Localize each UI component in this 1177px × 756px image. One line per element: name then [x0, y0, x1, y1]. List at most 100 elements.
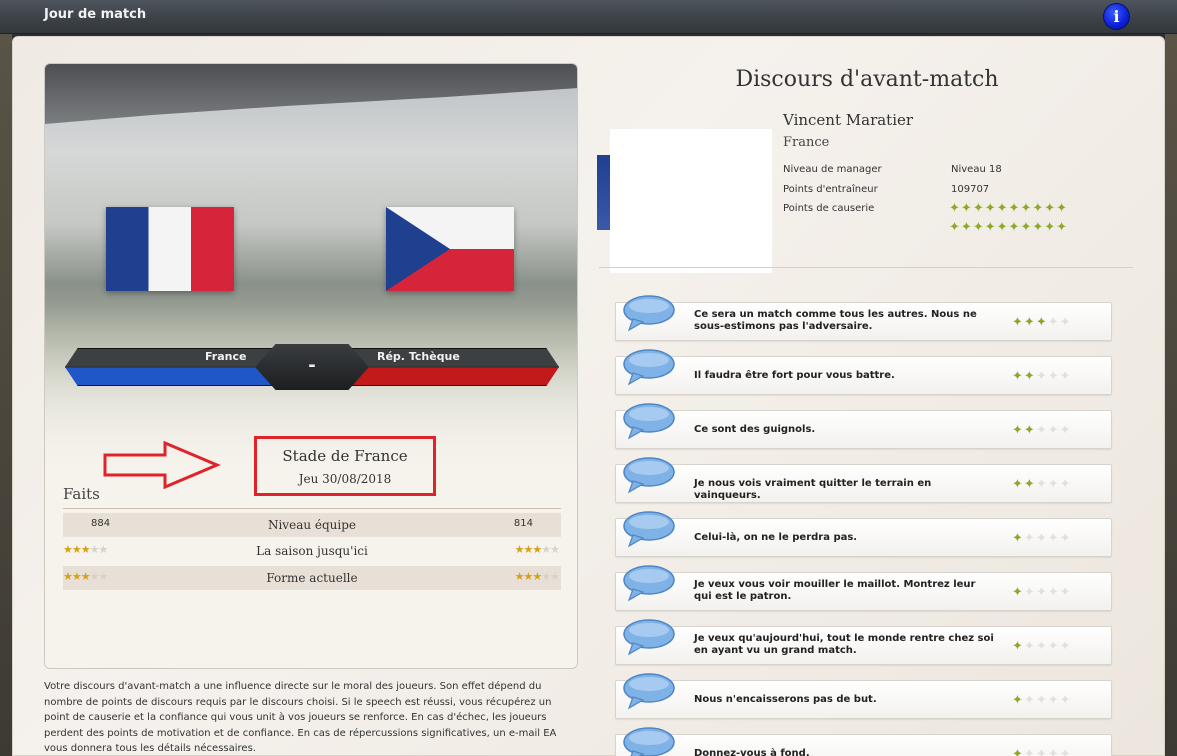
whistle-filled-icon: ✦ — [1012, 639, 1024, 654]
speech-bubble-icon — [623, 403, 675, 440]
whistle-empty-icon: ✦ — [1035, 693, 1048, 708]
whistle-filled-icon: ✦ — [1023, 477, 1036, 492]
speech-cost-whistle-icon: ✦✦✦✦✦ — [1012, 693, 1072, 708]
talk-points-whistle-icon: ✦✦✦✦✦✦✦✦✦✦ ✦✦✦✦✦✦✦✦✦✦ — [949, 199, 1134, 237]
speech-option[interactable]: Il faudra être fort pour vous battre. ✦✦✦… — [615, 349, 1112, 395]
manager-country: France — [783, 135, 830, 150]
avatar-edge — [597, 155, 610, 230]
whistle-icon: ✦ — [996, 201, 1009, 216]
home-team-name: France — [205, 350, 247, 363]
speech-cost-whistle-icon: ✦✦✦✦✦ — [1012, 423, 1072, 438]
whistle-filled-icon: ✦ — [1012, 531, 1024, 546]
scoreboard: France Rép. Tchèque - — [65, 344, 559, 390]
speech-cost-whistle-icon: ✦✦✦✦✦ — [1012, 747, 1072, 756]
whistle-icon: ✦ — [1032, 220, 1045, 235]
whistle-empty-icon: ✦ — [1047, 693, 1060, 708]
whistle-filled-icon: ✦ — [1012, 585, 1024, 600]
whistle-empty-icon: ✦ — [1059, 315, 1072, 330]
whistle-icon: ✦ — [1044, 201, 1057, 216]
manager-level-value: Niveau 18 — [951, 164, 1002, 175]
whistle-filled-icon: ✦ — [1012, 693, 1024, 708]
star-filled-icon: ★ — [532, 543, 542, 556]
whistle-empty-icon: ✦ — [1035, 639, 1048, 654]
whistle-icon: ✦ — [972, 220, 985, 235]
speech-option-text: Nous n'encaisserons pas de but. — [694, 694, 877, 705]
whistle-icon: ✦ — [949, 220, 961, 235]
arrow-right-icon — [103, 441, 221, 489]
away-form-stars-icon: ★★★★★ — [515, 570, 560, 583]
match-card: France Rép. Tchèque - Stade de France Je… — [44, 63, 578, 669]
whistle-filled-icon: ✦ — [1023, 315, 1036, 330]
whistle-empty-icon: ✦ — [1059, 747, 1072, 756]
whistle-filled-icon: ✦ — [1012, 423, 1024, 438]
coach-points-label: Points d'entraîneur — [783, 184, 878, 195]
whistle-empty-icon: ✦ — [1023, 531, 1036, 546]
speech-option-text: Ce sont des guignols. — [694, 424, 816, 435]
away-team-level: 814 — [513, 518, 533, 529]
manager-level-label: Niveau de manager — [783, 164, 882, 175]
whistle-filled-icon: ✦ — [1023, 423, 1036, 438]
speech-bubble-icon — [623, 295, 675, 332]
whistle-empty-icon: ✦ — [1023, 693, 1036, 708]
speech-divider — [599, 267, 1133, 268]
right-edge — [1165, 34, 1177, 756]
speech-option[interactable]: Ce sont des guignols. ✦✦✦✦✦ — [615, 403, 1112, 449]
whistle-empty-icon: ✦ — [1023, 639, 1036, 654]
left-edge — [0, 34, 12, 756]
whistle-empty-icon: ✦ — [1047, 315, 1060, 330]
whistle-empty-icon: ✦ — [1059, 585, 1072, 600]
speech-bubble-icon — [623, 565, 675, 602]
whistle-empty-icon: ✦ — [1035, 369, 1048, 384]
venue-box: Stade de France Jeu 30/08/2018 — [254, 436, 436, 496]
star-empty-icon: ★ — [550, 570, 560, 583]
home-flag-icon — [106, 207, 234, 291]
whistle-empty-icon: ✦ — [1023, 747, 1036, 756]
speech-option[interactable]: Je nous vois vraiment quitter le terrain… — [615, 457, 1112, 503]
speech-cost-whistle-icon: ✦✦✦✦✦ — [1012, 369, 1072, 384]
speech-option-text: Je veux qu'aujourd'hui, tout le monde re… — [694, 633, 994, 656]
speech-option[interactable]: Nous n'encaisserons pas de but. ✦✦✦✦✦ — [615, 673, 1112, 719]
speech-option-text: Ce sera un match comme tous les autres. … — [694, 309, 977, 332]
speech-cost-whistle-icon: ✦✦✦✦✦ — [1012, 585, 1072, 600]
facts-row-form: ★★★★★ Forme actuelle ★★★★★ — [63, 566, 561, 590]
whistle-icon: ✦ — [996, 220, 1009, 235]
whistle-empty-icon: ✦ — [1035, 585, 1048, 600]
title-bar: Jour de match i — [0, 0, 1177, 34]
speech-bubble-icon — [623, 619, 675, 656]
info-icon[interactable]: i — [1103, 3, 1130, 30]
main-panel: France Rép. Tchèque - Stade de France Je… — [12, 36, 1165, 756]
whistle-empty-icon: ✦ — [1047, 747, 1060, 756]
whistle-empty-icon: ✦ — [1059, 639, 1072, 654]
star-filled-icon: ★ — [514, 543, 525, 556]
speech-bubble-icon — [623, 727, 675, 756]
facts-divider — [63, 508, 561, 509]
whistle-icon: ✦ — [1008, 220, 1021, 235]
whistle-empty-icon: ✦ — [1059, 423, 1072, 438]
speech-option-text: Je nous vois vraiment quitter le terrain… — [694, 478, 932, 501]
whistle-icon: ✦ — [1008, 201, 1021, 216]
speech-option[interactable]: Celui-là, on ne le perdra pas. ✦✦✦✦✦ — [615, 511, 1112, 557]
whistle-icon: ✦ — [1044, 220, 1057, 235]
whistle-empty-icon: ✦ — [1035, 423, 1048, 438]
speech-option-text: Je veux vous voir mouiller le maillot. M… — [694, 579, 976, 602]
whistle-icon: ✦ — [984, 220, 997, 235]
speech-option[interactable]: Donnez-vous à fond. ✦✦✦✦✦ — [615, 727, 1112, 756]
speech-bubble-icon — [623, 457, 675, 494]
speech-description: Votre discours d'avant-match a une influ… — [44, 681, 557, 754]
speech-option-text: Celui-là, on ne le perdra pas. — [694, 532, 858, 543]
away-flag-icon — [386, 207, 514, 291]
speech-option-text: Donnez-vous à fond. — [694, 748, 810, 756]
facts-label: La saison jusqu'ici — [256, 544, 368, 558]
speech-cost-whistle-icon: ✦✦✦✦✦ — [1012, 477, 1072, 492]
whistle-empty-icon: ✦ — [1047, 531, 1060, 546]
stadium-roof — [45, 64, 577, 124]
whistle-filled-icon: ✦ — [1012, 747, 1024, 756]
speech-option[interactable]: Je veux qu'aujourd'hui, tout le monde re… — [615, 619, 1112, 665]
speech-option[interactable]: Je veux vous voir mouiller le maillot. M… — [615, 565, 1112, 611]
speech-title: Discours d'avant-match — [735, 67, 999, 92]
speech-cost-whistle-icon: ✦✦✦✦✦ — [1012, 639, 1072, 654]
speech-bubble-icon — [623, 673, 675, 710]
whistle-icon: ✦ — [972, 201, 985, 216]
speech-option[interactable]: Ce sera un match comme tous les autres. … — [615, 295, 1112, 341]
whistle-filled-icon: ✦ — [1035, 315, 1048, 330]
